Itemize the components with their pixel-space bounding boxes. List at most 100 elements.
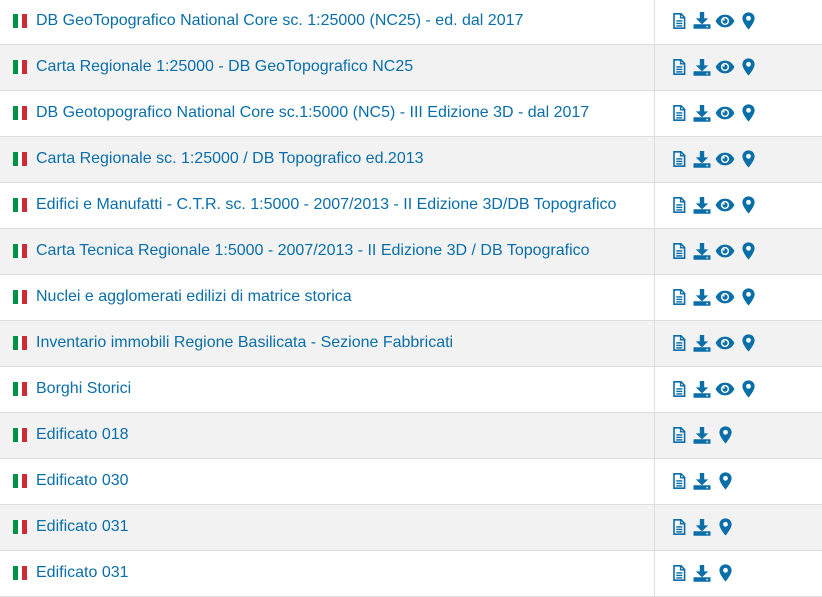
italy-flag-icon	[13, 152, 27, 166]
dataset-title-link[interactable]: Edificato 030	[36, 472, 129, 490]
table-row: Carta Tecnica Regionale 1:5000 - 2007/20…	[0, 228, 822, 274]
dataset-title-link[interactable]: Carta Regionale sc. 1:25000 / DB Topogra…	[36, 150, 424, 168]
download-icon[interactable]	[692, 195, 712, 215]
download-icon[interactable]	[692, 11, 712, 31]
eye-icon[interactable]	[715, 379, 735, 399]
map-marker-icon[interactable]	[738, 149, 758, 169]
dataset-title-cell: Carta Tecnica Regionale 1:5000 - 2007/20…	[0, 228, 655, 274]
eye-icon[interactable]	[715, 287, 735, 307]
map-marker-icon[interactable]	[715, 517, 735, 537]
table-row: Carta Regionale sc. 1:25000 / DB Topogra…	[0, 136, 822, 182]
map-marker-icon[interactable]	[738, 11, 758, 31]
dataset-title-link[interactable]: Carta Tecnica Regionale 1:5000 - 2007/20…	[36, 242, 590, 260]
file-text-icon[interactable]	[669, 149, 689, 169]
table-row: Edifici e Manufatti - C.T.R. sc. 1:5000 …	[0, 182, 822, 228]
eye-icon[interactable]	[715, 149, 735, 169]
italy-flag-icon	[13, 198, 27, 212]
dataset-title-cell: Carta Regionale sc. 1:25000 / DB Topogra…	[0, 136, 655, 182]
map-marker-icon[interactable]	[738, 379, 758, 399]
download-icon[interactable]	[692, 563, 712, 583]
dataset-title-link[interactable]: Nuclei e agglomerati edilizi di matrice …	[36, 288, 352, 306]
file-text-icon[interactable]	[669, 103, 689, 123]
italy-flag-icon	[13, 244, 27, 258]
dataset-actions-cell	[655, 182, 822, 228]
map-marker-icon[interactable]	[715, 471, 735, 491]
dataset-title-link[interactable]: Edificato 031	[36, 564, 129, 582]
dataset-title-link[interactable]: Edifici e Manufatti - C.T.R. sc. 1:5000 …	[36, 196, 616, 214]
dataset-title-cell: Edificato 030	[0, 458, 655, 504]
dataset-title-link[interactable]: Edificato 018	[36, 426, 129, 444]
table-row: Edificato 031	[0, 504, 822, 550]
download-icon[interactable]	[692, 57, 712, 77]
file-text-icon[interactable]	[669, 241, 689, 261]
map-marker-icon[interactable]	[738, 333, 758, 353]
download-icon[interactable]	[692, 517, 712, 537]
dataset-title-link[interactable]: Inventario immobili Regione Basilicata -…	[36, 334, 453, 352]
table-row: Inventario immobili Regione Basilicata -…	[0, 320, 822, 366]
italy-flag-icon	[13, 428, 27, 442]
dataset-title-link[interactable]: DB GeoTopografico National Core sc. 1:25…	[36, 12, 523, 30]
italy-flag-icon	[13, 336, 27, 350]
file-text-icon[interactable]	[669, 287, 689, 307]
table-row: Edificato 031	[0, 550, 822, 596]
dataset-actions-cell	[655, 504, 822, 550]
dataset-actions-cell	[655, 0, 822, 44]
download-icon[interactable]	[692, 241, 712, 261]
eye-icon[interactable]	[715, 333, 735, 353]
dataset-actions-cell	[655, 458, 822, 504]
file-text-icon[interactable]	[669, 11, 689, 31]
italy-flag-icon	[13, 474, 27, 488]
download-icon[interactable]	[692, 103, 712, 123]
map-marker-icon[interactable]	[715, 563, 735, 583]
dataset-table: DB GeoTopografico National Core sc. 1:25…	[0, 0, 822, 597]
table-row: Nuclei e agglomerati edilizi di matrice …	[0, 274, 822, 320]
map-marker-icon[interactable]	[715, 425, 735, 445]
file-text-icon[interactable]	[669, 333, 689, 353]
map-marker-icon[interactable]	[738, 103, 758, 123]
dataset-title-cell: Edificato 031	[0, 550, 655, 596]
file-text-icon[interactable]	[669, 471, 689, 491]
dataset-actions-cell	[655, 412, 822, 458]
download-icon[interactable]	[692, 379, 712, 399]
table-row: DB Geotopografico National Core sc.1:500…	[0, 90, 822, 136]
dataset-title-link[interactable]: Borghi Storici	[36, 380, 131, 398]
map-marker-icon[interactable]	[738, 241, 758, 261]
file-text-icon[interactable]	[669, 57, 689, 77]
dataset-actions-cell	[655, 44, 822, 90]
file-text-icon[interactable]	[669, 563, 689, 583]
map-marker-icon[interactable]	[738, 195, 758, 215]
download-icon[interactable]	[692, 471, 712, 491]
download-icon[interactable]	[692, 425, 712, 445]
file-text-icon[interactable]	[669, 425, 689, 445]
table-row: Borghi Storici	[0, 366, 822, 412]
eye-icon[interactable]	[715, 103, 735, 123]
file-text-icon[interactable]	[669, 379, 689, 399]
table-row: DB GeoTopografico National Core sc. 1:25…	[0, 0, 822, 44]
dataset-title-cell: Edificato 018	[0, 412, 655, 458]
dataset-title-cell: Carta Regionale 1:25000 - DB GeoTopograf…	[0, 44, 655, 90]
download-icon[interactable]	[692, 333, 712, 353]
dataset-table-body: DB GeoTopografico National Core sc. 1:25…	[0, 0, 822, 596]
italy-flag-icon	[13, 106, 27, 120]
file-text-icon[interactable]	[669, 517, 689, 537]
eye-icon[interactable]	[715, 195, 735, 215]
dataset-title-link[interactable]: Edificato 031	[36, 518, 129, 536]
download-icon[interactable]	[692, 149, 712, 169]
eye-icon[interactable]	[715, 241, 735, 261]
file-text-icon[interactable]	[669, 195, 689, 215]
italy-flag-icon	[13, 60, 27, 74]
dataset-title-cell: Borghi Storici	[0, 366, 655, 412]
dataset-title-link[interactable]: DB Geotopografico National Core sc.1:500…	[36, 104, 589, 122]
dataset-actions-cell	[655, 274, 822, 320]
dataset-title-cell: DB Geotopografico National Core sc.1:500…	[0, 90, 655, 136]
download-icon[interactable]	[692, 287, 712, 307]
map-marker-icon[interactable]	[738, 57, 758, 77]
table-row: Edificato 018	[0, 412, 822, 458]
dataset-title-link[interactable]: Carta Regionale 1:25000 - DB GeoTopograf…	[36, 58, 413, 76]
italy-flag-icon	[13, 290, 27, 304]
map-marker-icon[interactable]	[738, 287, 758, 307]
eye-icon[interactable]	[715, 57, 735, 77]
dataset-title-cell: Edifici e Manufatti - C.T.R. sc. 1:5000 …	[0, 182, 655, 228]
eye-icon[interactable]	[715, 11, 735, 31]
dataset-title-cell: Nuclei e agglomerati edilizi di matrice …	[0, 274, 655, 320]
